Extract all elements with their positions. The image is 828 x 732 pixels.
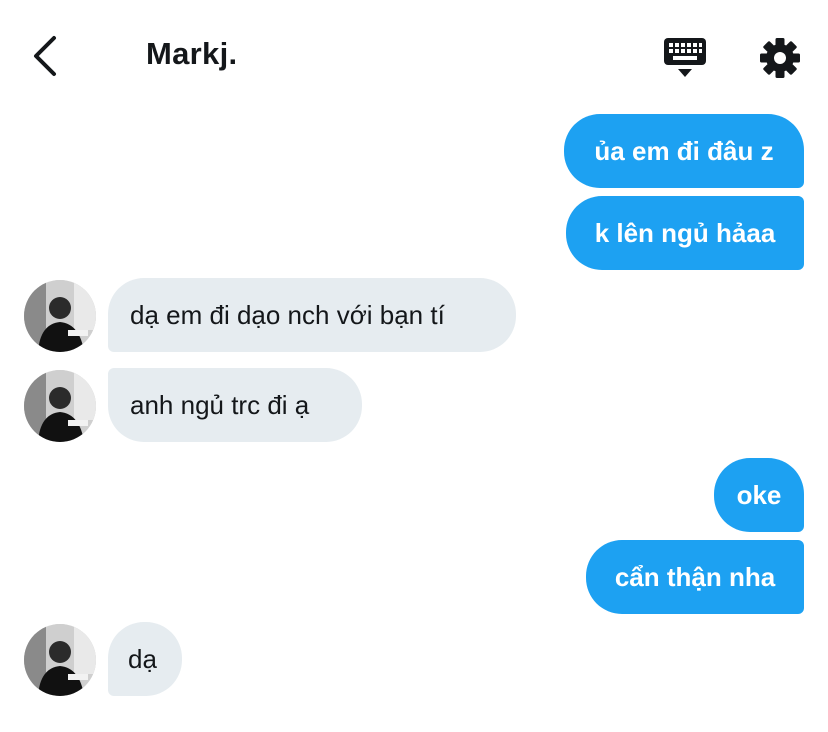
message-text: cẩn thận nha bbox=[614, 562, 776, 592]
message-text: anh ngủ trc đi ạ bbox=[130, 390, 310, 420]
settings-button[interactable] bbox=[758, 36, 802, 80]
avatar-photo bbox=[24, 370, 96, 442]
message-text: dạ bbox=[128, 644, 157, 674]
message-text: oke bbox=[736, 480, 782, 510]
message-text: k lên ngủ hảaa bbox=[594, 218, 776, 248]
message-incoming[interactable]: dạ em đi dạo nch với bạn tí bbox=[108, 278, 516, 352]
message-outgoing[interactable]: ủa em đi đâu z bbox=[564, 114, 804, 188]
gear-icon bbox=[760, 38, 800, 78]
message-outgoing[interactable]: cẩn thận nha bbox=[586, 540, 804, 614]
message-text: dạ em đi dạo nch với bạn tí bbox=[130, 300, 445, 330]
message-incoming[interactable]: dạ bbox=[108, 622, 182, 696]
avatar[interactable] bbox=[24, 280, 96, 352]
message-incoming[interactable]: anh ngủ trc đi ạ bbox=[108, 368, 362, 442]
conversation-title: Markj. bbox=[146, 36, 238, 71]
avatar[interactable] bbox=[24, 624, 96, 696]
message-text: ủa em đi đâu z bbox=[594, 136, 774, 166]
avatar-photo bbox=[24, 280, 96, 352]
keyboard-icon bbox=[664, 38, 706, 77]
conversation-header: Markj. bbox=[0, 0, 828, 110]
keyboard-toggle-button[interactable] bbox=[662, 36, 708, 80]
avatar[interactable] bbox=[24, 370, 96, 442]
avatar-photo bbox=[24, 624, 96, 696]
back-button[interactable] bbox=[24, 34, 64, 78]
message-outgoing[interactable]: k lên ngủ hảaa bbox=[566, 196, 804, 270]
message-outgoing[interactable]: oke bbox=[714, 458, 804, 532]
chevron-left-icon bbox=[34, 36, 56, 76]
